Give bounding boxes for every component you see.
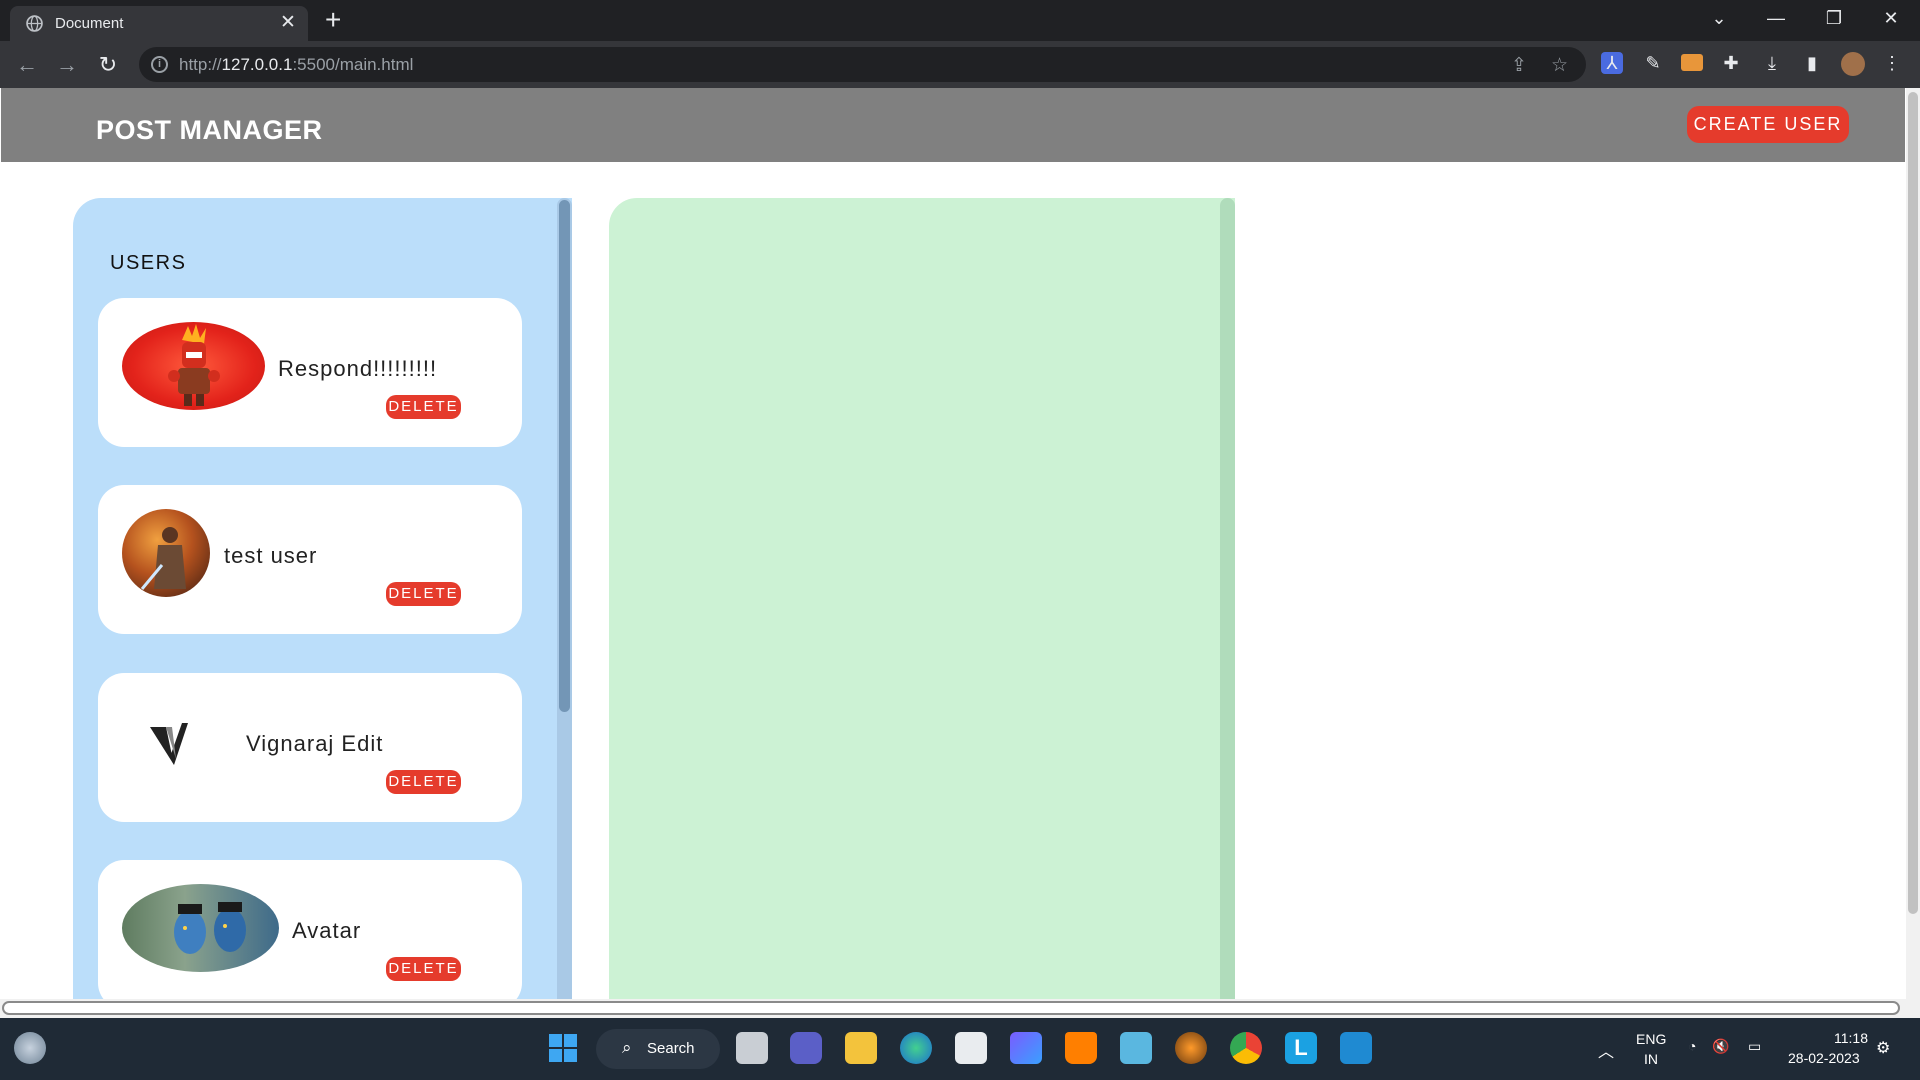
store-icon[interactable] [955,1032,987,1064]
user-card[interactable]: Respond!!!!!!!!! DELETE [98,298,522,447]
page-viewport: POST MANAGER CREATE USER USERS Respond!!… [0,88,1920,1018]
share-icon[interactable]: ⇪ [1511,54,1527,77]
battery-icon[interactable]: ▭ [1748,1038,1761,1055]
posts-scrollbar-track[interactable] [1220,198,1235,1018]
reload-icon[interactable]: ↻ [93,50,123,80]
close-window-icon[interactable]: ✕ [1871,8,1911,29]
restore-icon[interactable]: ❐ [1814,8,1854,29]
browser-tab[interactable]: Document ✕ [10,6,308,41]
media-app-icon[interactable] [1010,1032,1042,1064]
keyboard-app-icon[interactable] [1120,1032,1152,1064]
weather-icon[interactable] [14,1032,46,1064]
tab-search-icon[interactable]: ⌄ [1699,8,1739,29]
profile-avatar[interactable] [1841,52,1865,76]
extensions-icon[interactable]: ✚ [1720,52,1742,74]
minimize-icon[interactable]: — [1756,8,1796,29]
os-taskbar: ⌕ Search L ︿ ENG IN ◔ 🔇 ▭ 11:18 28-02-20… [0,1018,1920,1080]
file-explorer-icon[interactable] [845,1032,877,1064]
search-icon: ⌕ [622,1038,632,1057]
wifi-icon[interactable]: ◔ [1688,1038,1696,1054]
show-hidden-icons-icon[interactable]: ︿ [1598,1038,1614,1062]
browser-toolbar: ← → ↻ i http://127.0.0.1:5500/main.html … [0,41,1920,88]
pen-extension-icon[interactable]: ✎ [1642,52,1664,74]
anger-character-avatar [122,322,265,410]
clock-date[interactable]: 28-02-2023 [1788,1050,1860,1066]
vlc-icon[interactable] [1065,1032,1097,1064]
user-name: test user [224,543,318,568]
delete-button[interactable]: DELETE [386,582,461,606]
search-label: Search [647,1040,695,1057]
user-card[interactable]: test user DELETE [98,485,522,634]
url-text: http://127.0.0.1:5500/main.html [179,55,414,74]
users-panel: USERS Respond!!!!!!!!! DELETE test user … [73,198,572,1018]
globe-icon [26,15,43,32]
tab-close-icon[interactable]: ✕ [278,13,298,32]
star-icon[interactable]: ☆ [1551,54,1568,77]
info-icon[interactable]: i [151,56,168,73]
menu-icon[interactable]: ⋮ [1881,52,1903,74]
edge-icon[interactable] [900,1032,932,1064]
page-horizontal-scrollbar-thumb[interactable] [2,1001,1900,1015]
task-view-icon[interactable] [736,1032,768,1064]
language-indicator-top[interactable]: ENG [1636,1031,1666,1047]
user-card[interactable]: Vignaraj Edit DELETE [98,673,522,822]
image-extension-icon[interactable] [1681,54,1703,71]
vscode-icon[interactable] [1340,1032,1372,1064]
clock-time[interactable]: 11:18 [1834,1030,1868,1046]
fl-studio-icon[interactable] [1175,1032,1207,1064]
browser-tab-strip: Document ✕ + ⌄ — ❐ ✕ [0,0,1920,41]
l-app-icon[interactable]: L [1285,1032,1317,1064]
jedi-avatar [122,509,210,597]
user-name: Avatar [292,918,362,943]
users-scrollbar-thumb[interactable] [559,200,570,712]
delete-button[interactable]: DELETE [386,395,461,419]
back-icon[interactable]: ← [12,50,42,80]
new-tab-button[interactable]: + [325,6,341,34]
sidebar-icon[interactable]: ▮ [1801,52,1823,74]
delete-button[interactable]: DELETE [386,770,461,794]
volume-muted-icon[interactable]: 🔇 [1712,1038,1729,1055]
taskbar-search[interactable]: ⌕ Search [596,1029,720,1069]
v-logo-avatar [122,697,242,785]
chrome-icon[interactable] [1230,1032,1262,1064]
windows-start-icon[interactable] [547,1032,579,1064]
users-heading: USERS [110,252,187,274]
app-header: POST MANAGER CREATE USER [1,88,1905,162]
download-icon[interactable]: ⤓ [1761,52,1783,74]
user-name: Vignaraj Edit [246,731,384,756]
page-vertical-scrollbar-thumb[interactable] [1908,92,1918,914]
language-indicator-bottom[interactable]: IN [1644,1051,1658,1067]
tab-title: Document [55,15,124,32]
notifications-icon[interactable]: ⚙ [1876,1038,1890,1058]
navi-avatar [122,884,279,972]
forward-icon[interactable]: → [52,50,82,80]
user-name: Respond!!!!!!!!! [278,356,438,381]
posts-panel [609,198,1235,1018]
teams-icon[interactable] [790,1032,822,1064]
page-title: POST MANAGER [96,115,323,145]
extension-icon[interactable]: ⅄ [1601,52,1623,74]
create-user-button[interactable]: CREATE USER [1687,106,1849,143]
user-card[interactable]: Avatar DELETE [98,860,522,1009]
delete-button[interactable]: DELETE [386,957,461,981]
address-bar[interactable]: i http://127.0.0.1:5500/main.html ⇪ ☆ [139,47,1586,82]
